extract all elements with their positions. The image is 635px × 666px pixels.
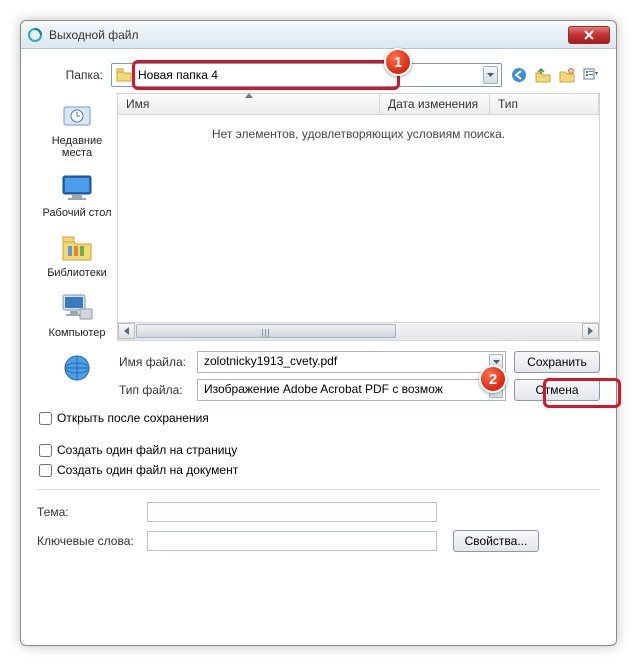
- one-per-page-label: Создать один файл на страницу: [57, 443, 237, 457]
- column-type[interactable]: Тип: [490, 94, 599, 114]
- close-icon: [584, 30, 594, 40]
- place-computer[interactable]: Компьютер: [49, 291, 106, 339]
- window-title: Выходной файл: [49, 28, 568, 42]
- scroll-left-button[interactable]: [118, 323, 135, 339]
- back-icon[interactable]: [510, 66, 528, 84]
- folder-label: Папка:: [37, 68, 111, 82]
- up-folder-icon[interactable]: [534, 66, 552, 84]
- annotation-badge-1: 1: [384, 48, 412, 76]
- open-after-checkbox[interactable]: [39, 412, 52, 425]
- annotation-badge-2: 2: [479, 365, 507, 393]
- one-per-doc-label: Создать один файл на документ: [57, 463, 238, 477]
- libraries-icon: [58, 231, 96, 265]
- titlebar: Выходной файл: [21, 21, 616, 49]
- save-button[interactable]: Сохранить: [514, 351, 600, 373]
- places-bar: Недавние места Рабочий стол Библиотеки К…: [37, 93, 117, 401]
- filename-input[interactable]: zolotnicky1913_cvety.pdf: [197, 351, 506, 373]
- keywords-label: Ключевые слова:: [37, 534, 147, 548]
- desktop-icon: [58, 171, 96, 205]
- close-button[interactable]: [568, 26, 610, 44]
- scroll-right-button[interactable]: [582, 323, 599, 339]
- folder-combo[interactable]: Новая папка 4: [111, 63, 502, 87]
- view-menu-icon[interactable]: [582, 66, 600, 84]
- column-date[interactable]: Дата изменения: [380, 94, 490, 114]
- chevron-down-icon[interactable]: [483, 66, 498, 84]
- subject-input[interactable]: [147, 502, 437, 522]
- filetype-label: Тип файла:: [117, 383, 197, 397]
- network-icon: [58, 351, 96, 385]
- column-name[interactable]: Имя: [118, 94, 380, 114]
- subject-label: Тема:: [37, 505, 147, 519]
- place-desktop[interactable]: Рабочий стол: [42, 171, 111, 219]
- properties-button[interactable]: Свойства...: [453, 530, 539, 552]
- filetype-combo[interactable]: Изображение Adobe Acrobat PDF с возмож: [197, 379, 506, 401]
- cancel-button[interactable]: Отмена: [514, 379, 600, 401]
- sort-asc-icon: [245, 93, 253, 98]
- folder-icon: [116, 68, 132, 82]
- recent-icon: [58, 99, 96, 133]
- list-header: Имя Дата изменения Тип: [117, 93, 600, 115]
- keywords-input[interactable]: [147, 531, 437, 551]
- one-per-page-checkbox[interactable]: [39, 444, 52, 457]
- place-recent-label: Недавние места: [52, 135, 103, 159]
- place-computer-label: Компьютер: [49, 327, 106, 339]
- folder-name: Новая папка 4: [138, 68, 218, 82]
- horizontal-scrollbar[interactable]: [117, 323, 600, 341]
- file-list[interactable]: Нет элементов, удовлетворяющих условиям …: [117, 115, 600, 323]
- scroll-thumb[interactable]: [136, 324, 396, 338]
- place-libraries[interactable]: Библиотеки: [47, 231, 107, 279]
- one-per-doc-checkbox[interactable]: [39, 464, 52, 477]
- place-network[interactable]: [58, 351, 96, 387]
- separator: [37, 489, 600, 490]
- empty-message: Нет элементов, удовлетворяющих условиям …: [212, 127, 505, 141]
- new-folder-icon[interactable]: [558, 66, 576, 84]
- filename-label: Имя файла:: [117, 355, 197, 369]
- app-icon: [27, 27, 43, 43]
- open-after-label: Открыть после сохранения: [57, 411, 209, 425]
- place-recent[interactable]: Недавние места: [52, 99, 103, 159]
- place-libraries-label: Библиотеки: [47, 267, 107, 279]
- place-desktop-label: Рабочий стол: [42, 207, 111, 219]
- computer-icon: [58, 291, 96, 325]
